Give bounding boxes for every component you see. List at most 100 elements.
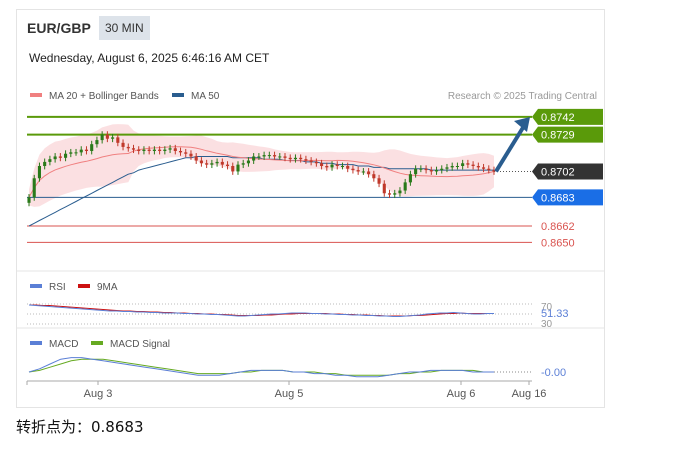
candle-body	[194, 156, 198, 161]
candle-body	[393, 193, 397, 195]
candle-body	[267, 155, 271, 157]
ma50-legend-label: MA 50	[191, 91, 220, 102]
candle-body	[314, 161, 318, 164]
candle-body	[450, 166, 454, 168]
candle-body	[325, 166, 329, 168]
candle-body	[105, 134, 109, 139]
candle-body	[487, 168, 491, 171]
candle-body	[152, 149, 156, 151]
candle-body	[252, 156, 256, 161]
macd-signal-legend-label: MACD Signal	[110, 339, 170, 350]
candle-body	[330, 164, 334, 168]
candle-body	[142, 149, 146, 151]
macd-signal-legend-swatch	[91, 341, 103, 345]
candle-body	[147, 149, 151, 151]
candle-body	[231, 166, 235, 172]
x-tick-label-2: Aug 6	[447, 388, 476, 400]
macd-signal-line	[28, 358, 494, 376]
candle-body	[178, 151, 183, 153]
candle-body	[293, 157, 298, 160]
x-axis: Aug 3 Aug 5 Aug 6 Aug 16	[26, 380, 547, 400]
candle-body	[53, 156, 57, 160]
candle-body	[361, 171, 365, 173]
x-tick-label-1: Aug 5	[275, 388, 304, 400]
candle-body	[335, 164, 339, 166]
candle-body	[372, 174, 376, 179]
candle-body	[278, 156, 282, 158]
candle-body	[419, 168, 423, 170]
bollinger-band-area	[29, 124, 494, 207]
candle-body	[429, 170, 433, 172]
candle-body	[283, 156, 287, 158]
level-tag-4: 0.8662	[541, 221, 575, 233]
candle-body	[236, 164, 240, 172]
candle-body	[90, 144, 94, 151]
candle-body	[440, 168, 444, 171]
level-tag-2: 0.8702	[541, 166, 575, 178]
candle-body	[43, 161, 47, 166]
candle-body	[466, 163, 470, 165]
candle-body	[111, 137, 115, 139]
candle-body	[116, 137, 120, 143]
level-tag-0: 0.8742	[541, 112, 575, 124]
price-chart: MA 20 + Bollinger Bands MA 50 Research ©…	[17, 91, 604, 400]
ma20-legend-swatch	[30, 93, 42, 97]
candle-body	[58, 156, 62, 158]
macd-value-label: -0.00	[541, 367, 566, 379]
rsi-line	[28, 304, 494, 317]
candle-body	[367, 171, 371, 175]
candle-body	[126, 146, 130, 149]
candle-body	[304, 159, 308, 161]
candle-body	[377, 178, 381, 184]
candle-body	[471, 164, 475, 166]
rsi-ma-legend-swatch	[78, 284, 90, 288]
macd-legend-swatch	[30, 341, 42, 345]
price-level-tags: 0.8742 0.8729 0.8702 0.8683 0.8662 0.8650	[532, 108, 603, 249]
candle-body	[168, 148, 172, 150]
rsi-legend-label: RSI	[49, 282, 66, 293]
candle-body	[299, 157, 303, 160]
candle-body	[225, 164, 230, 166]
candle-body	[100, 134, 104, 141]
candle-body	[398, 190, 402, 194]
candle-body	[455, 166, 459, 167]
candle-body	[403, 182, 407, 191]
candle-body	[220, 161, 224, 165]
candle-body	[48, 159, 52, 162]
candle-body	[32, 178, 36, 198]
candle-body	[215, 161, 219, 164]
candle-body	[340, 166, 345, 167]
candle-body	[199, 160, 203, 164]
candle-body	[445, 167, 449, 169]
candle-body	[351, 168, 355, 171]
x-tick-label-3: Aug 16	[512, 388, 547, 400]
candle-body	[79, 149, 83, 153]
candle-body	[434, 170, 439, 172]
candle-body	[184, 152, 188, 154]
level-tag-1: 0.8729	[541, 130, 575, 142]
level-tag-3: 0.8683	[541, 192, 575, 204]
level-tag-5: 0.8650	[541, 237, 575, 249]
candle-body	[320, 163, 324, 166]
rsi-plot: 7051.3330	[27, 302, 569, 330]
candle-body	[262, 155, 266, 157]
candle-body	[309, 160, 313, 162]
candle-body	[37, 166, 41, 179]
candle-body	[387, 193, 392, 195]
candle-body	[273, 155, 277, 157]
ma20-legend-label: MA 20 + Bollinger Bands	[49, 91, 159, 102]
candle-body	[74, 152, 78, 154]
ma50-legend-swatch	[172, 93, 184, 97]
candle-body	[356, 170, 360, 172]
candle-body	[121, 142, 125, 147]
candle-body	[64, 153, 68, 158]
candle-body	[382, 183, 386, 194]
candle-body	[27, 197, 31, 203]
candle-body	[205, 163, 209, 165]
candle-body	[288, 157, 292, 160]
candle-body	[408, 174, 412, 183]
x-tick-label-0: Aug 3	[84, 388, 113, 400]
candle-body	[241, 163, 245, 165]
candle-body	[137, 149, 141, 151]
candle-body	[476, 166, 480, 168]
